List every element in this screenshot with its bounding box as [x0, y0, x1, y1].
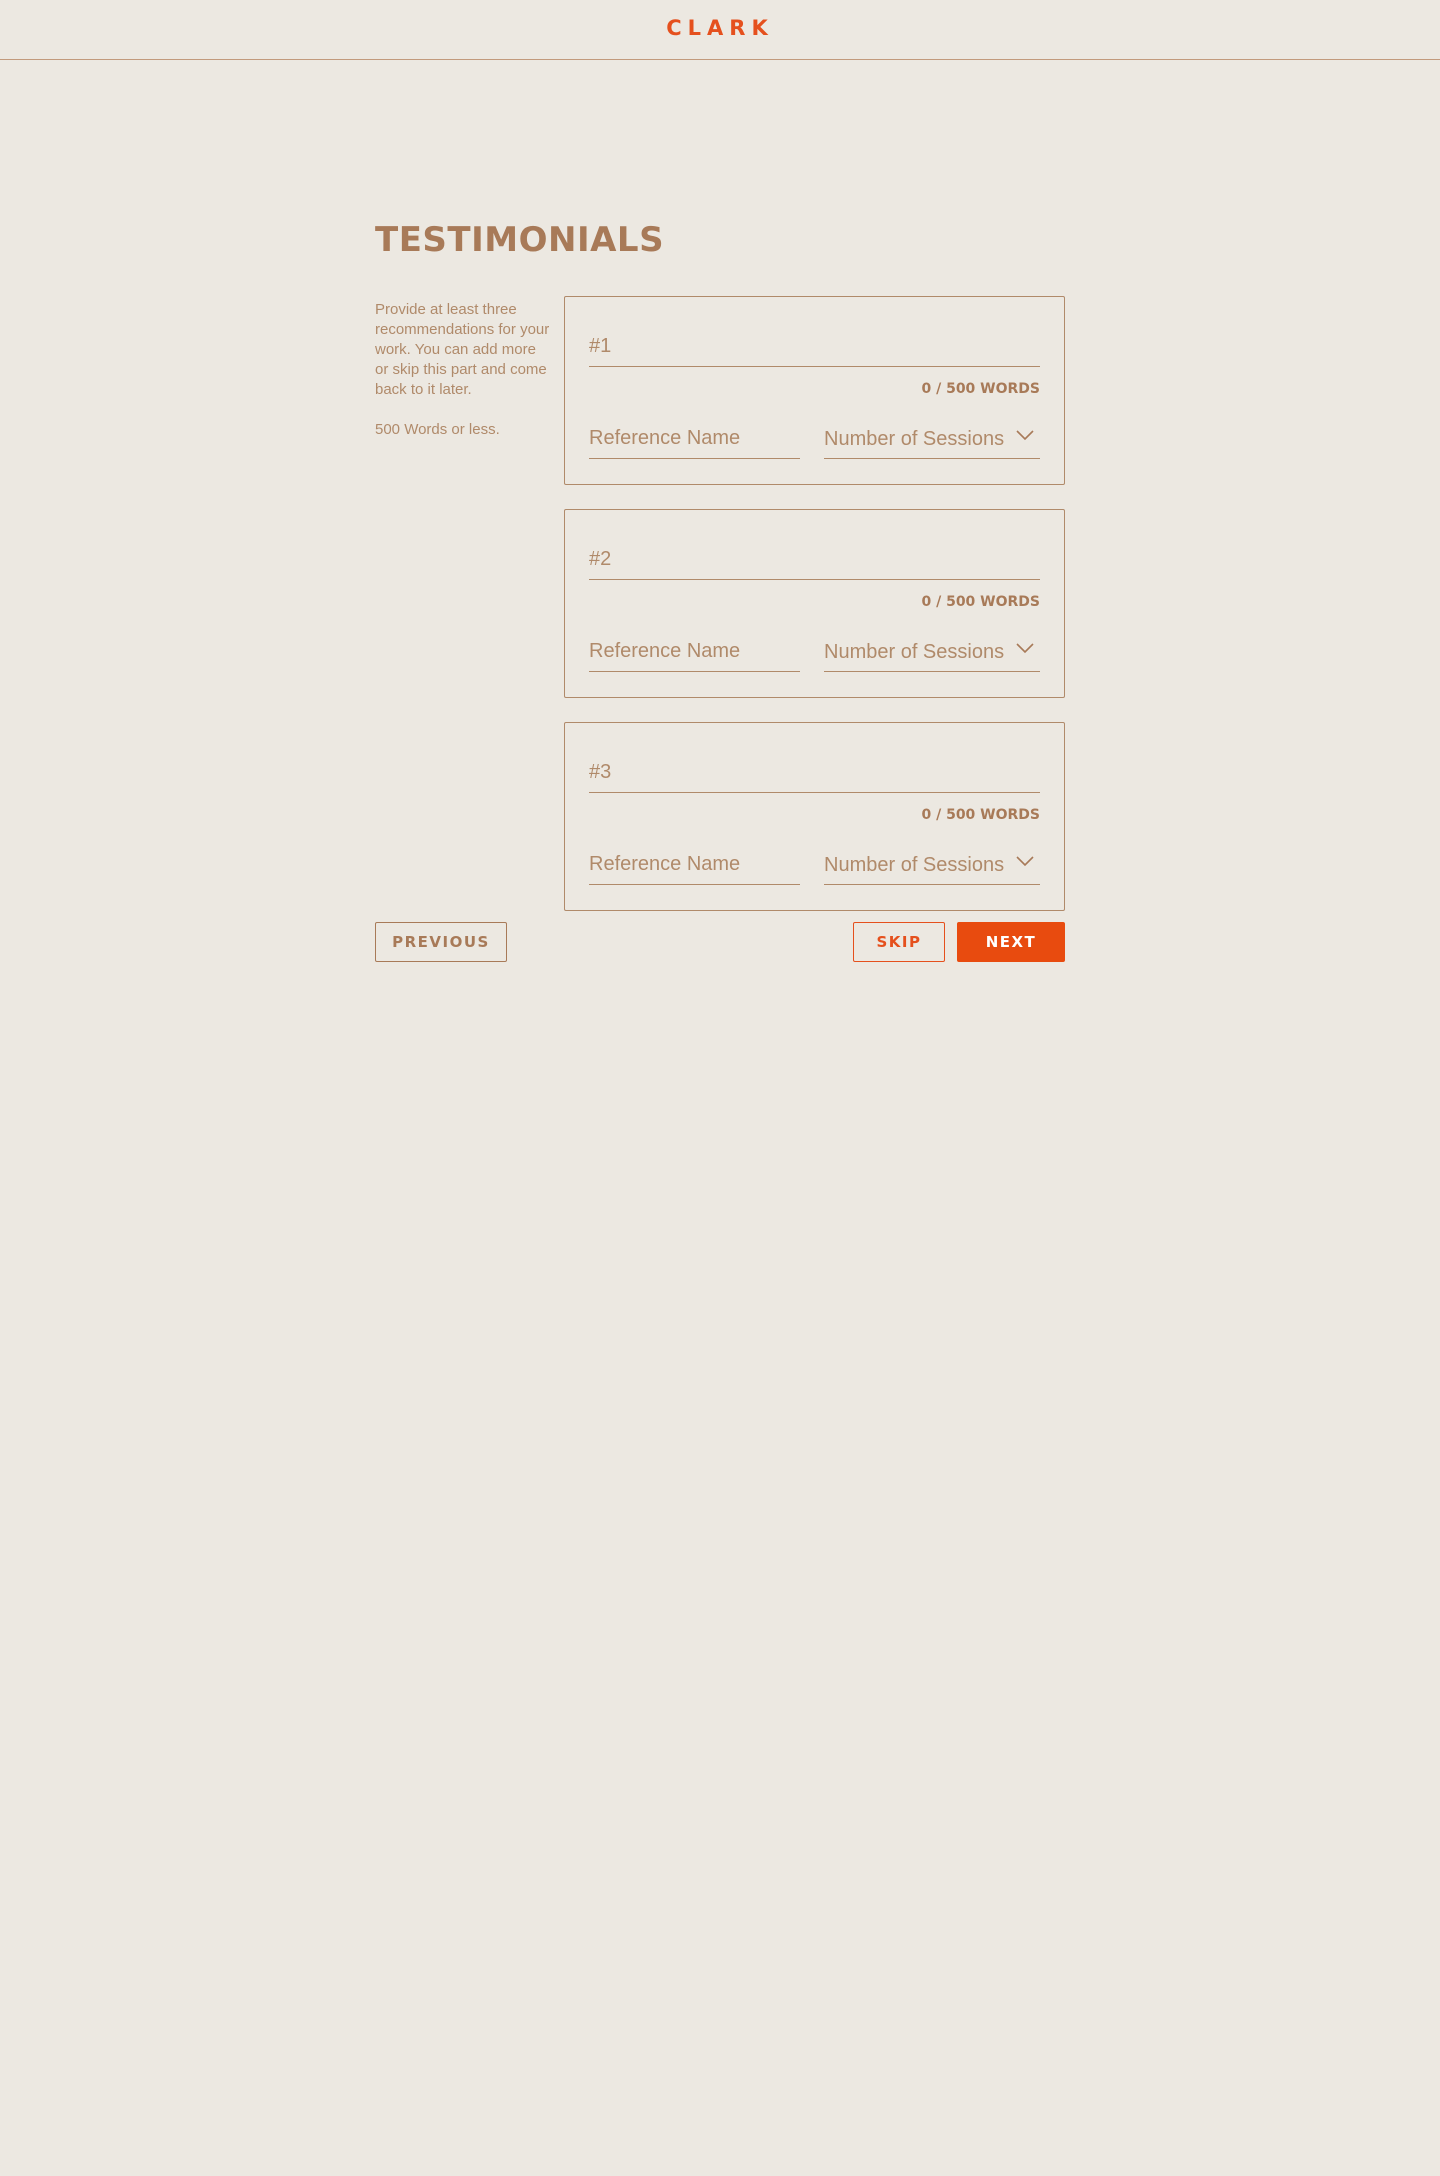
testimonial-card-3: 0 / 500 WORDS Number of Sessions: [564, 722, 1065, 911]
word-count-1: 0 / 500 WORDS: [921, 381, 1040, 397]
reference-name-input-3[interactable]: [589, 845, 800, 885]
top-bar: CLARK: [0, 0, 1440, 60]
next-button[interactable]: NEXT: [957, 922, 1065, 962]
chevron-down-icon: [1016, 430, 1034, 441]
sessions-dropdown-label-2: Number of Sessions: [824, 641, 1005, 663]
reference-name-input-1[interactable]: [589, 419, 800, 459]
chevron-down-icon: [1016, 643, 1034, 654]
testimonial-text-input-1[interactable]: [589, 327, 1040, 367]
testimonial-text-input-2[interactable]: [589, 540, 1040, 580]
testimonial-card-1: 0 / 500 WORDS Number of Sessions: [564, 296, 1065, 485]
page-title: TESTIMONIALS: [375, 220, 665, 260]
chevron-down-icon: [1016, 856, 1034, 867]
sessions-dropdown-2[interactable]: Number of Sessions: [824, 632, 1040, 672]
word-limit-note: 500 Words or less.: [375, 421, 500, 438]
sessions-dropdown-label-3: Number of Sessions: [824, 854, 1005, 876]
testimonial-card-2: 0 / 500 WORDS Number of Sessions: [564, 509, 1065, 698]
instructions-text: Provide at least three recommendations f…: [375, 301, 550, 398]
instructions-panel: Provide at least three recommendations f…: [375, 300, 550, 440]
sessions-dropdown-1[interactable]: Number of Sessions: [824, 419, 1040, 459]
skip-button[interactable]: SKIP: [853, 922, 945, 962]
previous-button[interactable]: PREVIOUS: [375, 922, 507, 962]
sessions-dropdown-label-1: Number of Sessions: [824, 428, 1005, 450]
word-count-3: 0 / 500 WORDS: [921, 807, 1040, 823]
reference-name-input-2[interactable]: [589, 632, 800, 672]
sessions-dropdown-3[interactable]: Number of Sessions: [824, 845, 1040, 885]
testimonial-text-input-3[interactable]: [589, 753, 1040, 793]
word-count-2: 0 / 500 WORDS: [921, 594, 1040, 610]
clark-logo[interactable]: CLARK: [0, 16, 1440, 40]
